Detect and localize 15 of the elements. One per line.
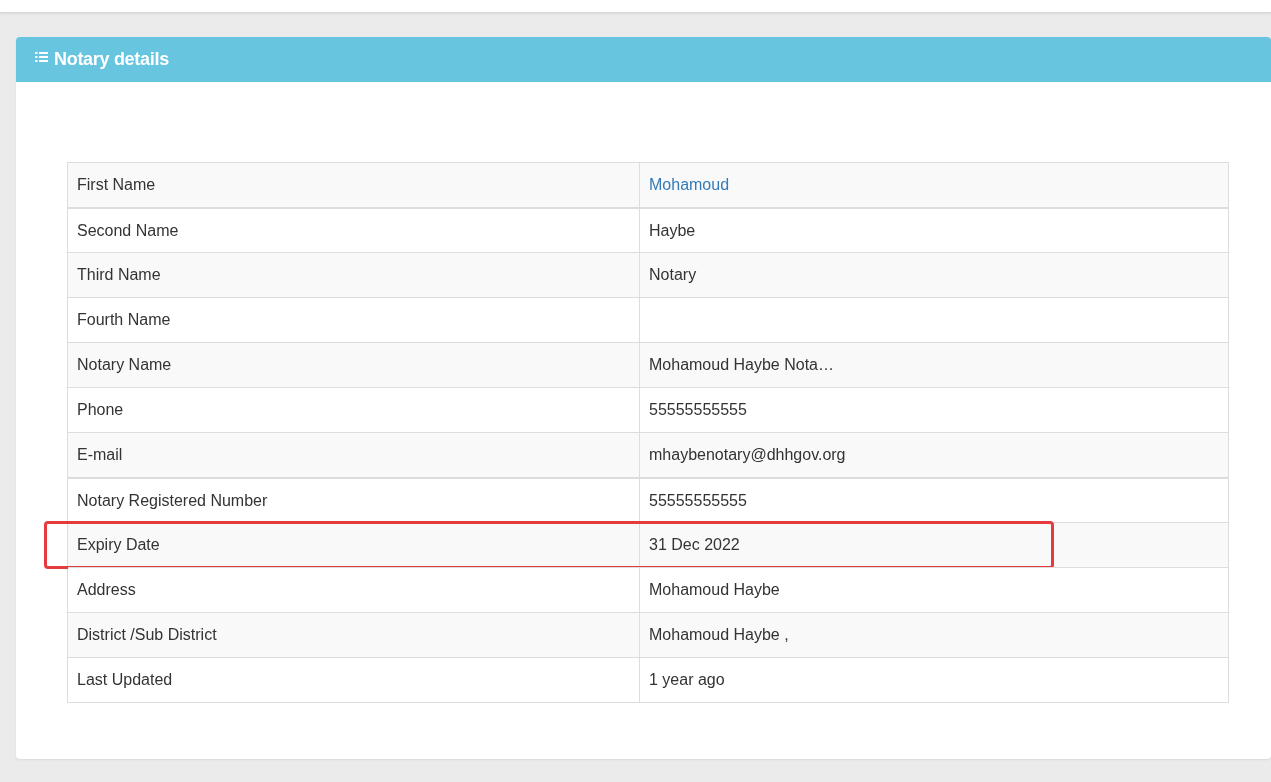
field-value: 1 year ago — [648, 670, 726, 690]
field-value-link[interactable]: Mohamoud — [640, 163, 1228, 207]
field-value: mhaybenotary@dhhgov.org — [648, 445, 847, 465]
field-value: Mohamoud Haybe — [648, 580, 781, 600]
field-value: Mohamoud Haybe , — [648, 625, 790, 645]
panel-title: Notary details — [54, 49, 169, 70]
field-label: Notary Registered Number — [68, 479, 640, 522]
field-value: 31 Dec 2022 — [648, 535, 741, 555]
field-label: Last Updated — [68, 658, 640, 702]
field-value: 55555555555 — [648, 400, 748, 420]
field-value: Notary — [648, 265, 698, 285]
field-value: 55555555555 — [648, 490, 748, 511]
field-value: Haybe — [648, 220, 697, 241]
list-icon — [35, 50, 48, 63]
field-value: Mohamoud Haybe Nota… — [648, 355, 835, 375]
